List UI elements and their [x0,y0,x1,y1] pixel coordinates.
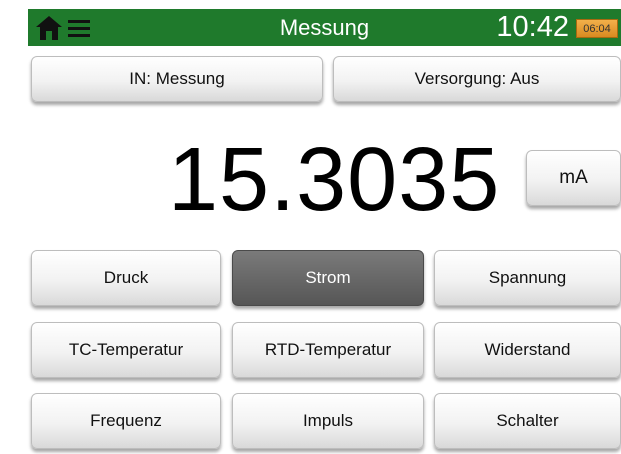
quantity-button-frequenz[interactable]: Frequenz [31,393,221,449]
unit-button[interactable]: mA [526,150,621,206]
supply-button[interactable]: Versorgung: Aus [333,56,621,102]
quantity-button-rtd-temperatur[interactable]: RTD-Temperatur [232,322,424,378]
hamburger-menu-icon[interactable] [68,20,90,38]
quantity-button-widerstand[interactable]: Widerstand [434,322,621,378]
quantity-button-spannung[interactable]: Spannung [434,250,621,306]
input-mode-button[interactable]: IN: Messung [31,56,323,102]
measurement-value: 15.3035 [168,130,501,230]
quantity-button-schalter[interactable]: Schalter [434,393,621,449]
header-bar: Messung 10:42 06:04 [28,9,621,46]
home-icon[interactable] [35,15,63,41]
battery-indicator[interactable]: 06:04 [576,19,618,38]
quantity-button-strom[interactable]: Strom [232,250,424,306]
quantity-button-impuls[interactable]: Impuls [232,393,424,449]
quantity-button-druck[interactable]: Druck [31,250,221,306]
quantity-button-tc-temperatur[interactable]: TC-Temperatur [31,322,221,378]
clock: 10:42 [496,11,569,43]
